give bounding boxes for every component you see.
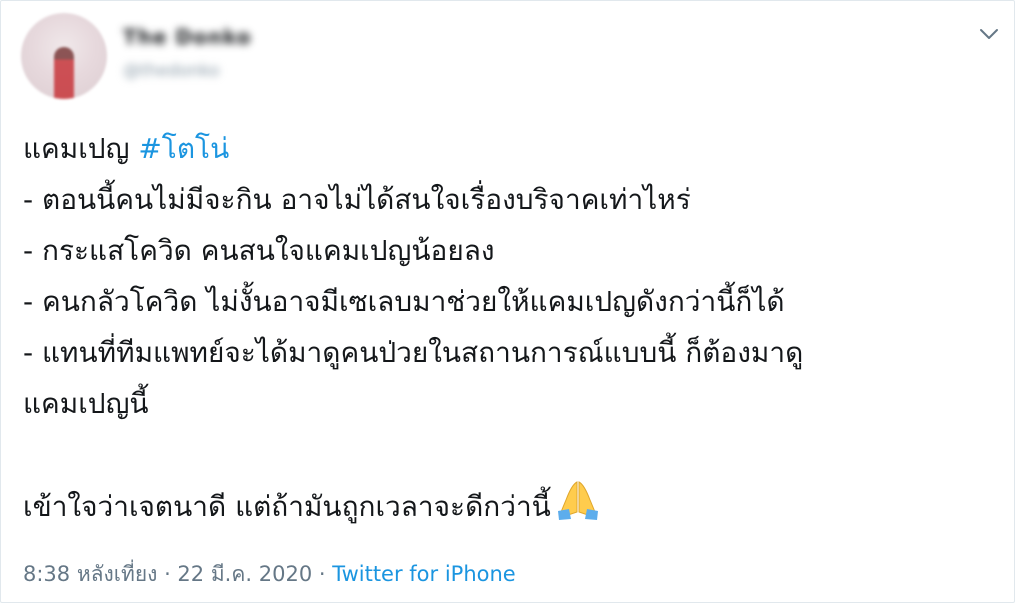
tweet-line-1: แคมเปญ #โตโน่ (23, 123, 993, 174)
tweet-time[interactable]: 8:38 หลังเที่ยง (23, 562, 157, 586)
tweet-closing-text: เข้าใจว่าเจตนาดี แต่ถ้ามันถูกเวลาจะดีกว่… (23, 490, 551, 523)
tweet-source-link[interactable]: Twitter for iPhone (332, 562, 516, 586)
tweet-header: The Donko @thedonko (21, 13, 981, 103)
tweet-line: - แทนที่ทีมแพทย์จะได้มาดูคนป่วยในสถานการ… (23, 336, 804, 369)
tweet-card: The Donko @thedonko แคมเปญ #โตโน่ - ตอนน… (0, 0, 1015, 603)
tweet-closing-line: เข้าใจว่าเจตนาดี แต่ถ้ามันถูกเวลาจะดีกว่… (23, 480, 993, 536)
avatar[interactable] (21, 13, 107, 99)
meta-separator: · (312, 562, 333, 586)
tweet-line: - ตอนนี้คนไม่มีจะกิน อาจไม่ได้สนใจเรื่อง… (23, 183, 691, 216)
tweet-date[interactable]: 22 มี.ค. 2020 (177, 562, 312, 586)
campaign-label: แคมเปญ (23, 132, 139, 165)
author-display-name[interactable]: The Donko (123, 25, 252, 49)
folded-hands-icon (555, 480, 601, 536)
author-info[interactable]: The Donko @thedonko (123, 25, 252, 81)
tweet-line: - คนกลัวโควิด ไม่งั้นอาจมีเซเลบมาช่วยให้… (23, 285, 785, 318)
tweet-text: แคมเปญ #โตโน่ - ตอนนี้คนไม่มีจะกิน อาจไม… (23, 123, 993, 536)
tweet-meta: 8:38 หลังเที่ยง · 22 มี.ค. 2020 · Twitte… (23, 558, 516, 591)
author-handle[interactable]: @thedonko (123, 61, 252, 81)
hashtag-link[interactable]: #โตโน่ (138, 132, 229, 165)
tweet-line: - กระแสโควิด คนสนใจแคมเปญน้อยลง (23, 234, 495, 267)
meta-separator: · (157, 562, 178, 586)
tweet-line: แคมเปญนี้ (23, 387, 149, 420)
chevron-down-icon[interactable] (978, 23, 1000, 45)
